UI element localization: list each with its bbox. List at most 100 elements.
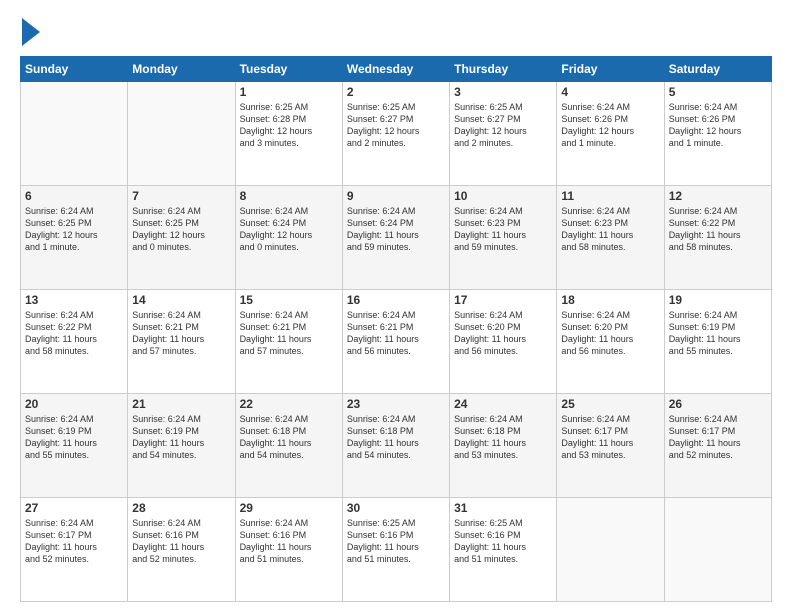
calendar-cell — [557, 498, 664, 602]
day-number: 7 — [132, 189, 230, 203]
day-info: Sunrise: 6:24 AMSunset: 6:21 PMDaylight:… — [132, 309, 230, 358]
calendar-week-row: 27Sunrise: 6:24 AMSunset: 6:17 PMDayligh… — [21, 498, 772, 602]
calendar-cell: 25 Sunrise: 6:24 AMSunset: 6:17 PMDayligh… — [557, 394, 664, 498]
calendar-cell: 31 Sunrise: 6:25 AMSunset: 6:16 PMDayligh… — [450, 498, 557, 602]
day-info: Sunrise: 6:25 AMSunset: 6:28 PMDaylight:… — [240, 101, 338, 150]
weekday-header-monday: Monday — [128, 57, 235, 82]
calendar-cell: 9Sunrise: 6:24 AMSunset: 6:24 PMDaylight… — [342, 186, 449, 290]
day-info: Sunrise: 6:24 AMSunset: 6:21 PMDaylight:… — [240, 309, 338, 358]
day-info: Sunrise: 6:24 AMSunset: 6:22 PMDaylight:… — [669, 205, 767, 254]
calendar-cell — [21, 82, 128, 186]
weekday-header-sunday: Sunday — [21, 57, 128, 82]
calendar-cell — [664, 498, 771, 602]
day-info: Sunrise: 6:24 AMSunset: 6:17 PMDaylight:… — [561, 413, 659, 462]
calendar-cell: 19 Sunrise: 6:24 AMSunset: 6:19 PMDayligh… — [664, 290, 771, 394]
day-number: 13 — [25, 293, 123, 307]
day-number: 23 — [347, 397, 445, 411]
day-info: Sunrise: 6:24 AMSunset: 6:19 PMDaylight:… — [25, 413, 123, 462]
calendar-cell: 26 Sunrise: 6:24 AMSunset: 6:17 PMDayligh… — [664, 394, 771, 498]
day-number: 1 — [240, 85, 338, 99]
day-info: Sunrise: 6:24 AMSunset: 6:18 PMDaylight:… — [347, 413, 445, 462]
calendar-table: SundayMondayTuesdayWednesdayThursdayFrid… — [20, 56, 772, 602]
day-number: 2 — [347, 85, 445, 99]
calendar-cell: 29 Sunrise: 6:24 AMSunset: 6:16 PMDayligh… — [235, 498, 342, 602]
day-number: 21 — [132, 397, 230, 411]
day-info: Sunrise: 6:24 AMSunset: 6:19 PMDaylight:… — [669, 309, 767, 358]
day-info: Sunrise: 6:25 AMSunset: 6:27 PMDaylight:… — [347, 101, 445, 150]
calendar-cell: 6Sunrise: 6:24 AMSunset: 6:25 PMDaylight… — [21, 186, 128, 290]
day-info: Sunrise: 6:24 AMSunset: 6:23 PMDaylight:… — [454, 205, 552, 254]
day-number: 10 — [454, 189, 552, 203]
day-number: 30 — [347, 501, 445, 515]
day-info: Sunrise: 6:24 AMSunset: 6:21 PMDaylight:… — [347, 309, 445, 358]
day-info: Sunrise: 6:25 AMSunset: 6:16 PMDaylight:… — [454, 517, 552, 566]
calendar-cell: 2 Sunrise: 6:25 AMSunset: 6:27 PMDaylight… — [342, 82, 449, 186]
calendar-cell: 8 Sunrise: 6:24 AMSunset: 6:24 PMDaylight… — [235, 186, 342, 290]
day-number: 16 — [347, 293, 445, 307]
calendar-cell: 17Sunrise: 6:24 AMSunset: 6:20 PMDayligh… — [450, 290, 557, 394]
logo-icon — [22, 18, 40, 46]
day-number: 3 — [454, 85, 552, 99]
day-number: 5 — [669, 85, 767, 99]
day-info: Sunrise: 6:24 AMSunset: 6:17 PMDaylight:… — [25, 517, 123, 566]
page: SundayMondayTuesdayWednesdayThursdayFrid… — [0, 0, 792, 612]
day-number: 26 — [669, 397, 767, 411]
calendar-cell: 24 Sunrise: 6:24 AMSunset: 6:18 PMDayligh… — [450, 394, 557, 498]
calendar-week-row: 20 Sunrise: 6:24 AMSunset: 6:19 PMDayligh… — [21, 394, 772, 498]
weekday-header-thursday: Thursday — [450, 57, 557, 82]
day-info: Sunrise: 6:24 AMSunset: 6:26 PMDaylight:… — [669, 101, 767, 150]
calendar-cell: 20 Sunrise: 6:24 AMSunset: 6:19 PMDayligh… — [21, 394, 128, 498]
day-info: Sunrise: 6:24 AMSunset: 6:19 PMDaylight:… — [132, 413, 230, 462]
day-info: Sunrise: 6:24 AMSunset: 6:24 PMDaylight:… — [347, 205, 445, 254]
calendar-week-row: 1 Sunrise: 6:25 AMSunset: 6:28 PMDaylight… — [21, 82, 772, 186]
calendar-week-row: 6Sunrise: 6:24 AMSunset: 6:25 PMDaylight… — [21, 186, 772, 290]
weekday-header-tuesday: Tuesday — [235, 57, 342, 82]
day-info: Sunrise: 6:24 AMSunset: 6:20 PMDaylight:… — [561, 309, 659, 358]
logo — [20, 18, 40, 46]
header — [20, 18, 772, 46]
day-number: 20 — [25, 397, 123, 411]
day-number: 8 — [240, 189, 338, 203]
calendar-cell: 18 Sunrise: 6:24 AMSunset: 6:20 PMDayligh… — [557, 290, 664, 394]
calendar-cell: 5 Sunrise: 6:24 AMSunset: 6:26 PMDaylight… — [664, 82, 771, 186]
calendar-cell: 22Sunrise: 6:24 AMSunset: 6:18 PMDayligh… — [235, 394, 342, 498]
day-info: Sunrise: 6:24 AMSunset: 6:18 PMDaylight:… — [454, 413, 552, 462]
day-info: Sunrise: 6:24 AMSunset: 6:22 PMDaylight:… — [25, 309, 123, 358]
day-info: Sunrise: 6:24 AMSunset: 6:16 PMDaylight:… — [240, 517, 338, 566]
calendar-cell: 28 Sunrise: 6:24 AMSunset: 6:16 PMDayligh… — [128, 498, 235, 602]
weekday-header-row: SundayMondayTuesdayWednesdayThursdayFrid… — [21, 57, 772, 82]
day-info: Sunrise: 6:25 AMSunset: 6:27 PMDaylight:… — [454, 101, 552, 150]
day-number: 25 — [561, 397, 659, 411]
calendar-cell: 16 Sunrise: 6:24 AMSunset: 6:21 PMDayligh… — [342, 290, 449, 394]
calendar-cell: 23 Sunrise: 6:24 AMSunset: 6:18 PMDayligh… — [342, 394, 449, 498]
day-number: 4 — [561, 85, 659, 99]
calendar-cell: 27Sunrise: 6:24 AMSunset: 6:17 PMDayligh… — [21, 498, 128, 602]
day-number: 24 — [454, 397, 552, 411]
calendar-cell: 3 Sunrise: 6:25 AMSunset: 6:27 PMDaylight… — [450, 82, 557, 186]
calendar-cell: 11Sunrise: 6:24 AMSunset: 6:23 PMDayligh… — [557, 186, 664, 290]
calendar-cell: 15 Sunrise: 6:24 AMSunset: 6:21 PMDayligh… — [235, 290, 342, 394]
calendar-cell: 4 Sunrise: 6:24 AMSunset: 6:26 PMDaylight… — [557, 82, 664, 186]
day-number: 18 — [561, 293, 659, 307]
day-info: Sunrise: 6:24 AMSunset: 6:26 PMDaylight:… — [561, 101, 659, 150]
calendar-cell: 21 Sunrise: 6:24 AMSunset: 6:19 PMDayligh… — [128, 394, 235, 498]
day-number: 19 — [669, 293, 767, 307]
weekday-header-saturday: Saturday — [664, 57, 771, 82]
day-info: Sunrise: 6:24 AMSunset: 6:16 PMDaylight:… — [132, 517, 230, 566]
calendar-cell: 14Sunrise: 6:24 AMSunset: 6:21 PMDayligh… — [128, 290, 235, 394]
weekday-header-wednesday: Wednesday — [342, 57, 449, 82]
day-info: Sunrise: 6:24 AMSunset: 6:17 PMDaylight:… — [669, 413, 767, 462]
day-number: 31 — [454, 501, 552, 515]
weekday-header-friday: Friday — [557, 57, 664, 82]
calendar-cell: 10 Sunrise: 6:24 AMSunset: 6:23 PMDayligh… — [450, 186, 557, 290]
day-info: Sunrise: 6:24 AMSunset: 6:25 PMDaylight:… — [25, 205, 123, 254]
calendar-cell: 30Sunrise: 6:25 AMSunset: 6:16 PMDayligh… — [342, 498, 449, 602]
calendar-cell: 12 Sunrise: 6:24 AMSunset: 6:22 PMDayligh… — [664, 186, 771, 290]
day-number: 29 — [240, 501, 338, 515]
calendar-cell: 1 Sunrise: 6:25 AMSunset: 6:28 PMDaylight… — [235, 82, 342, 186]
day-info: Sunrise: 6:24 AMSunset: 6:24 PMDaylight:… — [240, 205, 338, 254]
day-number: 12 — [669, 189, 767, 203]
calendar-week-row: 13 Sunrise: 6:24 AMSunset: 6:22 PMDayligh… — [21, 290, 772, 394]
day-number: 28 — [132, 501, 230, 515]
day-number: 15 — [240, 293, 338, 307]
